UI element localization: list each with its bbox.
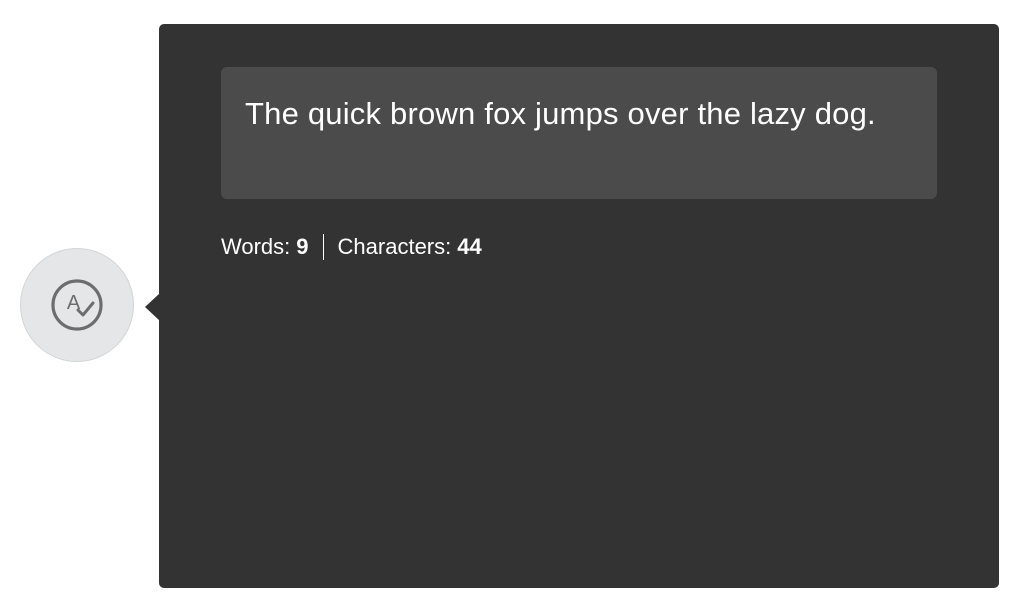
popover-arrow [145,293,160,321]
words-label: Words: [221,234,291,259]
word-count-popover: The quick brown fox jumps over the lazy … [159,24,999,588]
spellcheck-button[interactable]: A [20,248,134,362]
characters-count: 44 [457,234,482,259]
spellcheck-icon: A [51,279,103,331]
stats-divider [322,234,324,260]
words-count: 9 [296,234,309,259]
word-count-widget: A The quick brown fox jumps over the laz… [0,0,1024,610]
characters-label: Characters: [337,234,452,259]
text-preview: The quick brown fox jumps over the lazy … [221,67,937,199]
stats-bar: Words: 9 Characters: 44 [221,233,482,261]
